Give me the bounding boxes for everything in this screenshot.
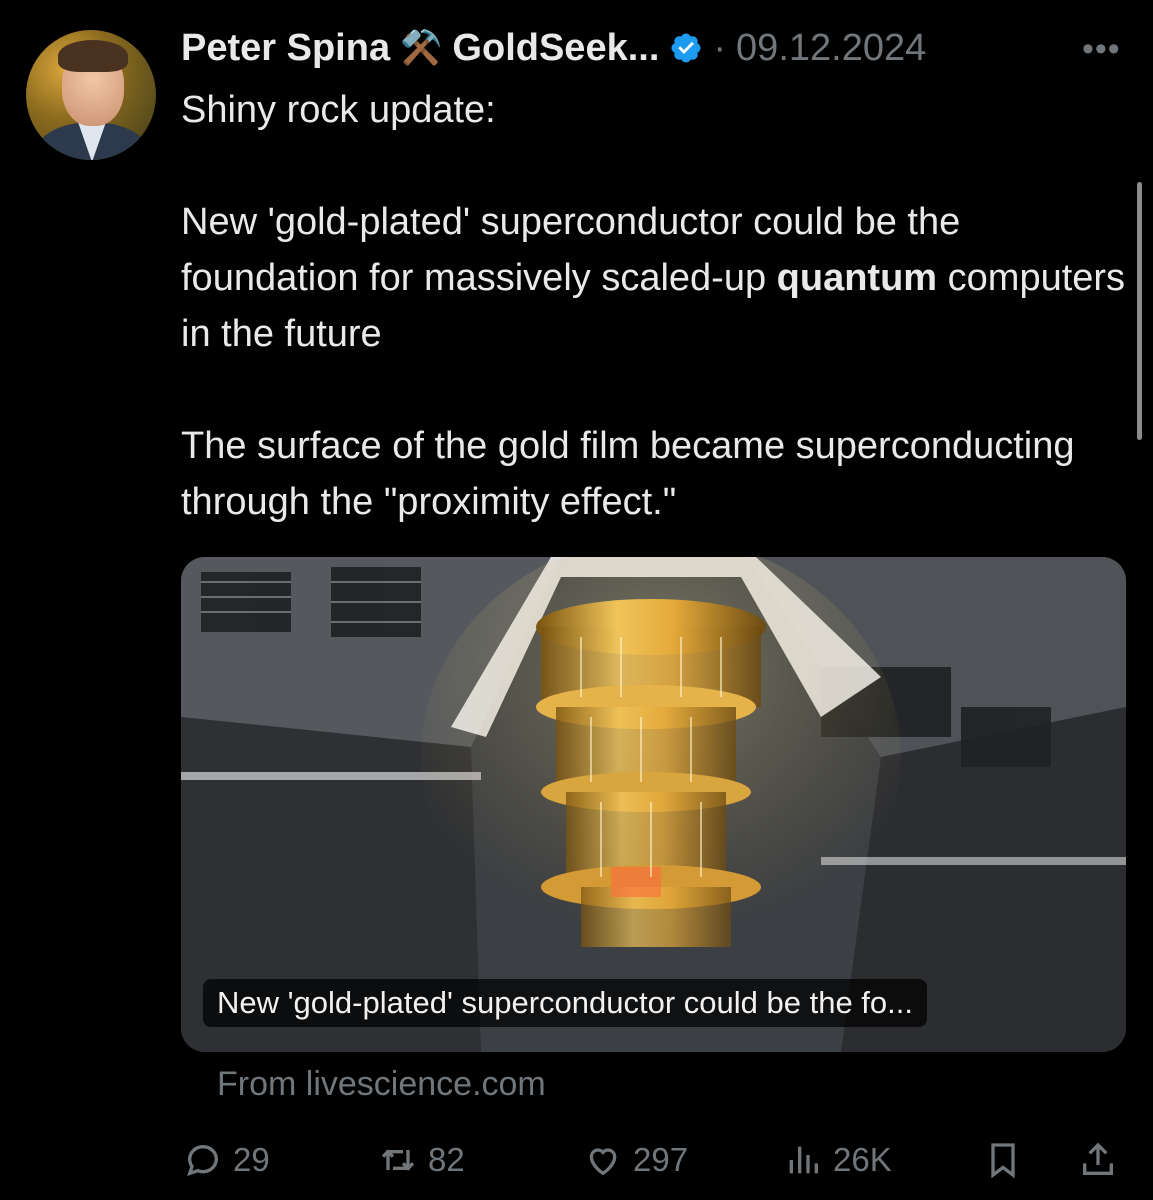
author-name[interactable]: Peter Spina bbox=[181, 27, 390, 70]
like-button[interactable]: 297 bbox=[583, 1134, 688, 1186]
action-bar: 29 82 297 26K bbox=[183, 1134, 1118, 1186]
retweet-icon bbox=[381, 1149, 415, 1171]
like-icon bbox=[589, 1148, 617, 1176]
card-caption: New 'gold-plated' superconductor could b… bbox=[203, 979, 927, 1027]
share-icon bbox=[1083, 1142, 1113, 1175]
retweet-count: 82 bbox=[428, 1141, 465, 1178]
reply-count: 29 bbox=[233, 1141, 270, 1178]
bookmark-button[interactable] bbox=[983, 1134, 1023, 1186]
reply-icon bbox=[187, 1144, 219, 1176]
reply-button[interactable]: 29 bbox=[183, 1134, 270, 1186]
avatar[interactable] bbox=[26, 30, 156, 160]
views-button[interactable]: 26K bbox=[783, 1134, 892, 1186]
share-button[interactable] bbox=[1078, 1134, 1118, 1186]
separator: · bbox=[713, 26, 727, 69]
card-source[interactable]: From livescience.com bbox=[217, 1065, 546, 1104]
views-icon bbox=[789, 1146, 818, 1174]
author-emoji: ⚒️ bbox=[400, 29, 443, 67]
tweet-line: The surface of the gold film became supe… bbox=[181, 425, 1075, 523]
tweet-line: New 'gold-plated' superconductor could b… bbox=[181, 201, 1126, 355]
tweet-header: Peter Spina ⚒️ GoldSeek... · 09.12.2024 bbox=[181, 22, 926, 74]
bold-word: quantum bbox=[776, 257, 938, 299]
quantum-computer-image bbox=[181, 557, 1126, 1052]
verified-badge-icon bbox=[671, 33, 701, 63]
link-card[interactable]: New 'gold-plated' superconductor could b… bbox=[181, 557, 1126, 1052]
like-count: 297 bbox=[633, 1141, 689, 1178]
post-date[interactable]: 09.12.2024 bbox=[736, 27, 926, 70]
retweet-button[interactable]: 82 bbox=[378, 1134, 465, 1186]
author-display[interactable]: GoldSeek... bbox=[452, 27, 659, 70]
avatar-hair bbox=[58, 40, 128, 72]
tweet-line: Shiny rock update: bbox=[181, 89, 496, 131]
views-count: 26K bbox=[833, 1141, 892, 1178]
more-icon[interactable]: ••• bbox=[1082, 30, 1121, 69]
scrollbar[interactable] bbox=[1137, 182, 1142, 440]
bookmark-icon bbox=[991, 1143, 1015, 1179]
tweet-text: Shiny rock update: New 'gold-plated' sup… bbox=[181, 82, 1131, 530]
